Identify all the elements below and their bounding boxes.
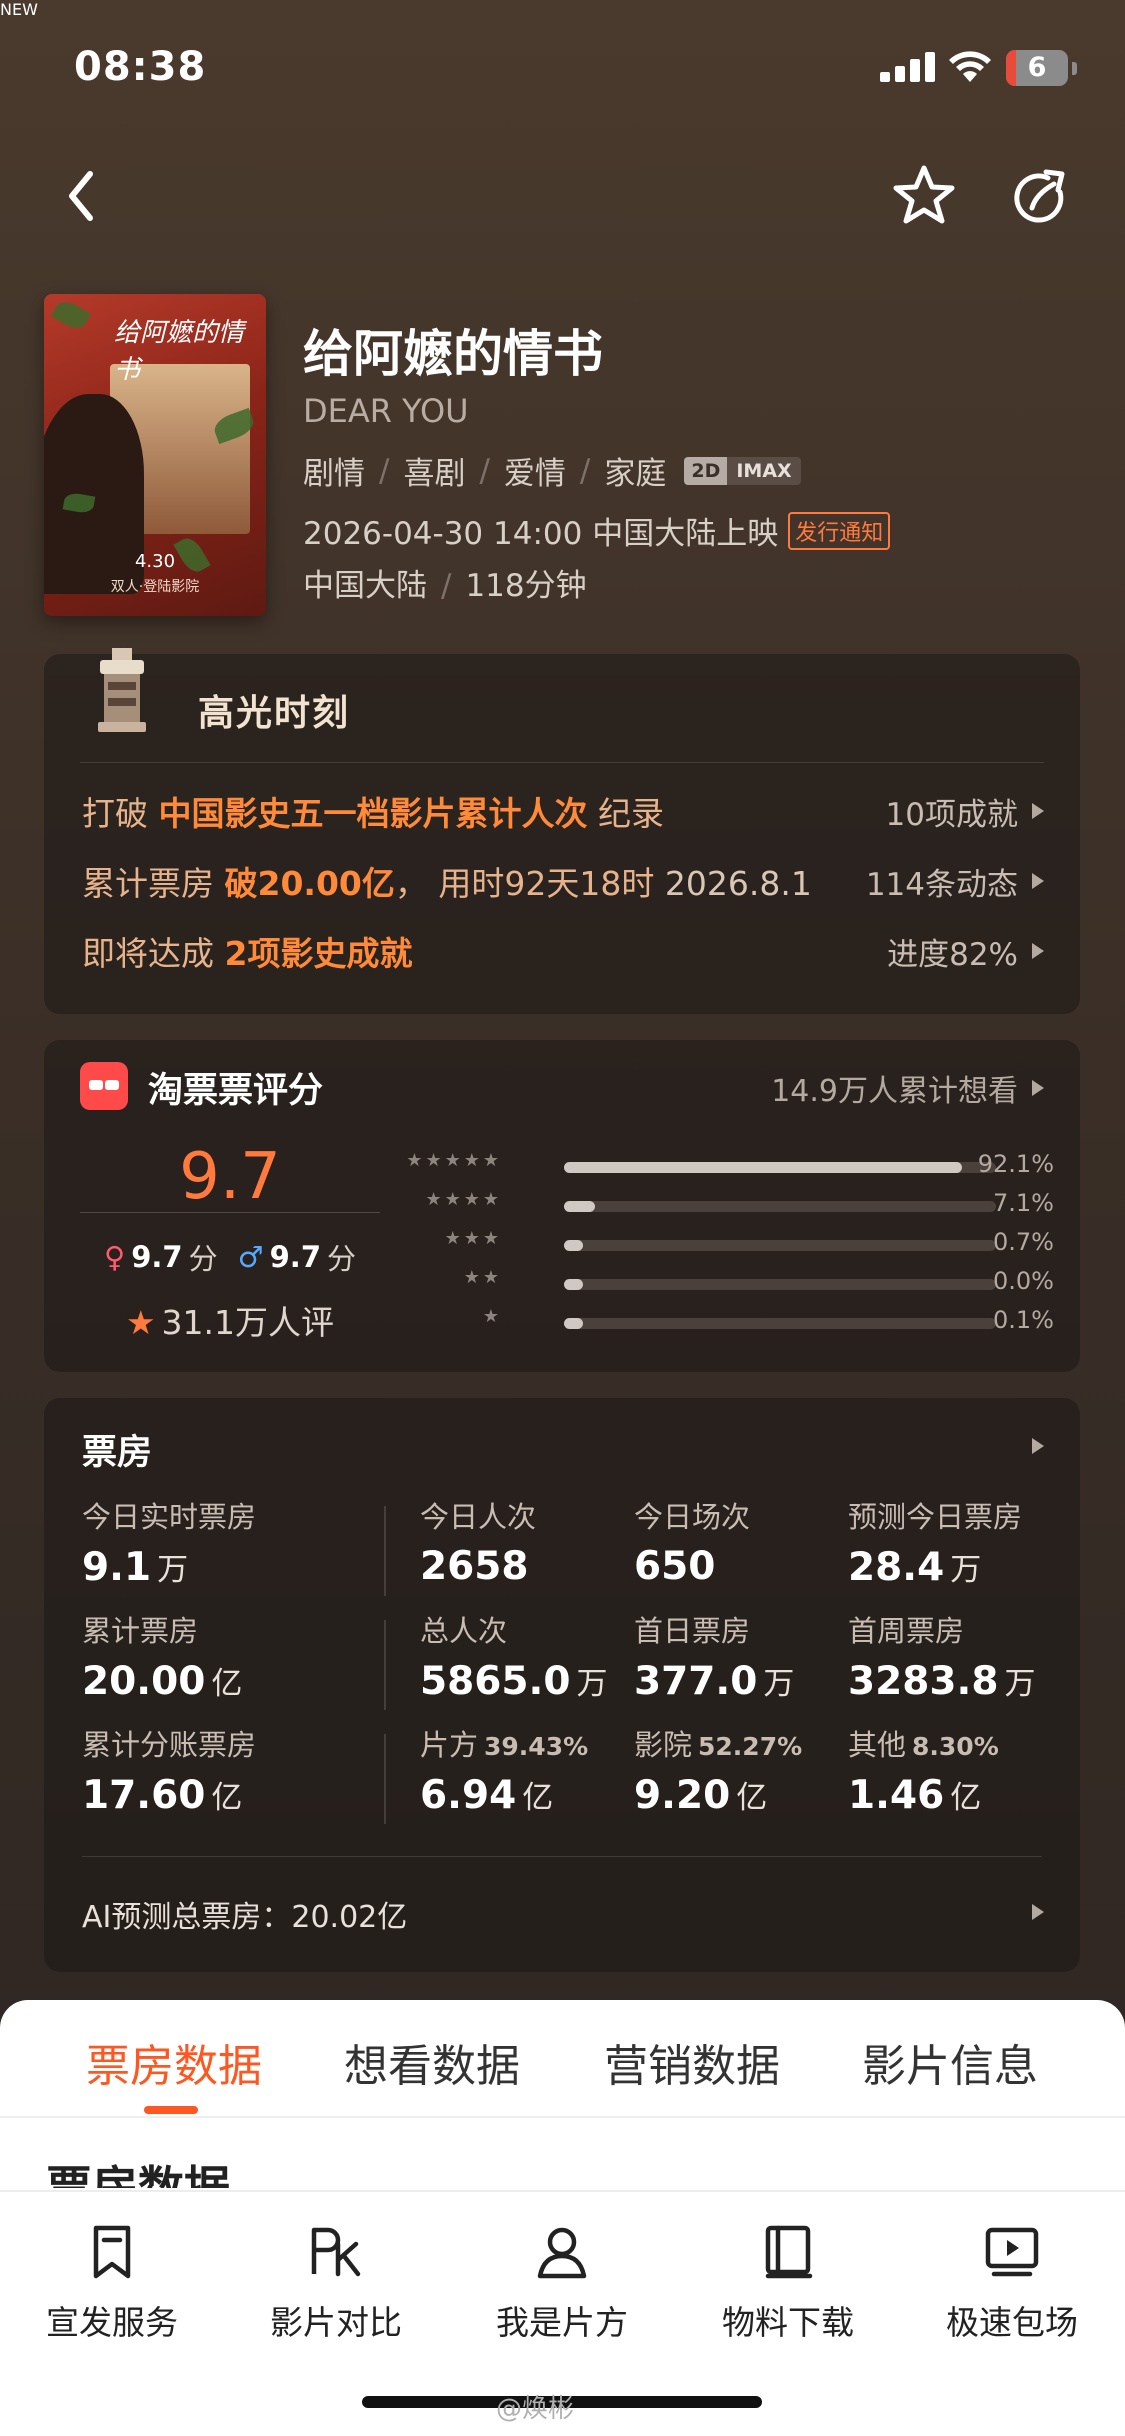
format-badge: 2D IMAX [684,456,801,485]
screen-play-icon [982,2222,1042,2282]
genre: 爱情 [503,456,566,492]
stat-split-box: 累计分账票房 17.60 亿 [82,1728,257,1818]
tab-box-office[interactable]: 票房数据 [44,2030,304,2094]
movie-release: 2026-04-30 14:00 中国大陆上映 发行通知 [303,508,891,553]
highlights-card: 高光时刻 打破 中国影史五一档影片累计人次 纪录 10项成就 累计票房 破20.… [44,648,1080,1014]
genre: 家庭 [604,456,667,492]
bookmark-icon [82,2222,142,2282]
rating-bar-4: ★★★★ 7.1% [425,1189,1054,1217]
status-bar: 08:38 6 [0,0,1125,130]
rating-card[interactable]: 淘票票评分 14.9万人累计想看 9.7 ♀ 9.7 分 ♂ 9.7 分 ★ 31.1万人… [44,1040,1080,1372]
rating-count: ★ 31.1万人评 [125,1303,335,1342]
battery-level: 6 [1027,52,1047,83]
stat-today-admissions: 今日人次 2658 [420,1500,537,1589]
movie-region-duration: 中国大陆/118分钟 [303,568,587,604]
cellular-signal-icon [880,52,936,82]
arrow-right-icon[interactable] [1032,1438,1044,1454]
female-score: ♀ 9.7 分 [103,1240,218,1276]
stat-total-admissions: 总人次 5865.0 万 [420,1614,608,1704]
dock-item-producer[interactable]: 我是片方 [462,2222,662,2344]
battery-icon: 6 [1006,50,1068,86]
tab-bar: 票房数据 想看数据 营销数据 影片信息 [0,2000,1125,2118]
active-tab-indicator [144,2106,198,2114]
dock-item-publicity[interactable]: 宣发服务 [12,2222,212,2344]
arrow-right-icon[interactable] [1032,1904,1044,1920]
trophy-badge-icon [98,648,146,732]
movie-english-title: DEAR YOU [303,392,469,430]
status-time: 08:38 [74,44,207,90]
region: 中国大陆 [303,568,427,604]
genre: 喜剧 [403,456,466,492]
rating-brand: 淘票票评分 [148,1071,324,1111]
book-icon [758,2222,818,2282]
stat-predicted-today: 预测今日票房 28.4 万 [848,1500,1023,1590]
arrow-right-icon [1032,873,1044,889]
back-chevron-icon[interactable] [58,166,108,226]
tab-movie-info[interactable]: 影片信息 [820,2030,1080,2094]
watermark: @焕彬 [496,2394,575,2424]
pk-icon [306,2222,366,2282]
female-icon: ♀ [103,1240,126,1274]
stat-first-day: 首日票房 377.0 万 [634,1614,795,1704]
gender-scores: ♀ 9.7 分 ♂ 9.7 分 [74,1236,386,1278]
highlight-row[interactable]: 累计票房 破20.00亿， 用时92天18时 2026.8.1 114条动态 [82,856,1044,906]
stat-today-realtime: 今日实时票房 9.1 万 [82,1500,257,1590]
box-office-card[interactable]: 票房 今日实时票房 9.1 万 今日人次 2658 今日场次 650 预测今日票房… [44,1398,1080,1972]
genre: 剧情 [303,456,365,492]
rating-bar-1: ★ 0.1% [482,1306,1054,1334]
highlight-row[interactable]: 打破 中国影史五一档影片累计人次 纪录 10项成就 [82,786,1044,836]
movie-genres: 剧情 / 喜剧 / 爱情 / 家庭 2D IMAX [303,448,801,493]
section-title: 票房数据 [46,2161,230,2188]
stat-cumulative-box: 累计票房 20.00 亿 [82,1614,243,1704]
dock-item-compare[interactable]: 影片对比 [236,2222,436,2344]
rating-bar-5: ★★★★★ 92.1% [406,1150,1054,1178]
highlights-title: 高光时刻 [198,693,351,734]
stat-producer-share: 片方 39.43% 6.94 亿 [420,1728,589,1818]
box-office-title: 票房 [82,1433,153,1473]
star-icon: ★ [125,1303,156,1342]
poster-date: 4.30 [134,551,176,572]
wifi-icon [949,51,991,82]
male-icon: ♂ [237,1240,264,1274]
stat-first-week: 首周票房 3283.8 万 [848,1614,1036,1704]
favorite-star-icon[interactable] [890,162,958,230]
person-icon [532,2222,592,2282]
poster-subtitle: 双人·登陆影院 [110,579,200,595]
release-date: 2026-04-30 14:00 中国大陆上映 [303,516,779,552]
release-notice-badge[interactable]: 发行通知 [788,511,891,550]
rating-bar-2: ★★ 0.0% [463,1267,1054,1295]
stat-today-shows: 今日场次 650 [634,1500,751,1589]
ai-prediction[interactable]: AI预测总票房：20.02亿 [82,1892,407,1936]
overall-score: 9.7 [179,1140,281,1214]
want-to-see-count[interactable]: 14.9万人累计想看 [771,1066,1044,1110]
rating-bar-3: ★★★ 0.7% [444,1228,1054,1256]
male-score: ♂ 9.7 分 [237,1240,357,1276]
dock-item-materials[interactable]: 物料下载 [688,2222,888,2344]
tab-marketing[interactable]: 营销数据 [562,2030,822,2094]
movie-title: 给阿嬷的情书 [303,325,603,383]
arrow-right-icon [1032,1080,1044,1096]
share-icon[interactable] [1010,168,1072,230]
duration: 118分钟 [465,568,587,604]
arrow-right-icon [1032,803,1044,819]
stat-other-share: 其他 8.30% 1.46 亿 [848,1728,999,1818]
tab-want-to-see[interactable]: 想看数据 [302,2030,562,2094]
movie-poster[interactable]: 给阿嬷的情书 4.30 双人·登陆影院 [44,294,266,616]
stat-cinema-share: 影院 52.27% 9.20 亿 [634,1728,803,1818]
taopiaopiao-logo-icon [80,1062,128,1110]
highlight-row[interactable]: 即将达成 2项影史成就 进度82% [82,926,1044,976]
arrow-right-icon [1032,943,1044,959]
poster-title: 给阿嬷的情书 [114,318,245,385]
dock-item-booking[interactable]: 极速包场 [912,2222,1112,2344]
